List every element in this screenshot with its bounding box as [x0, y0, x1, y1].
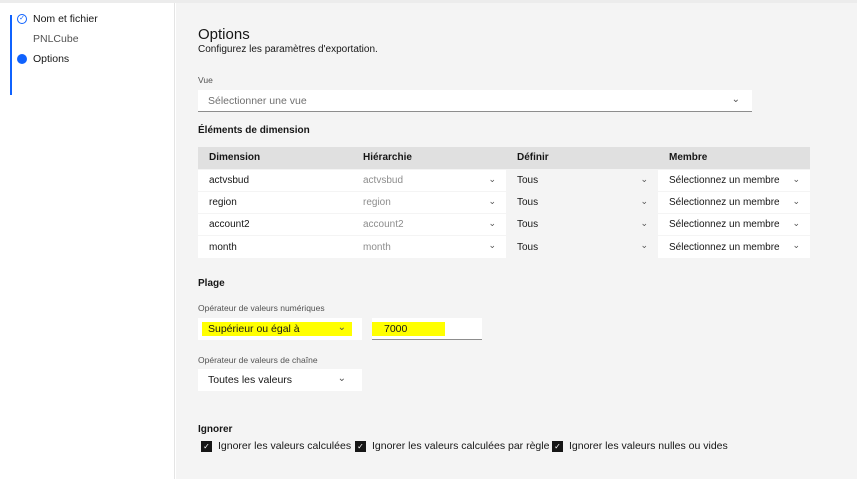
set-value: Tous: [517, 196, 539, 208]
dimension-cell: month: [198, 235, 352, 259]
col-member: Membre: [658, 147, 810, 169]
set-select[interactable]: Tous ⌄: [506, 190, 658, 214]
dimension-name: month: [209, 241, 237, 253]
hierarchy-select[interactable]: region ⌄: [352, 190, 506, 214]
set-value: Tous: [517, 174, 539, 186]
member-value: Sélectionnez un membre: [669, 196, 780, 208]
plage-title: Plage: [198, 278, 225, 289]
member-select[interactable]: Sélectionnez un membre ⌄: [658, 190, 810, 214]
chevron-down-icon: ⌄: [488, 195, 496, 206]
col-dimension: Dimension: [198, 147, 352, 169]
member-value: Sélectionnez un membre: [669, 219, 780, 231]
set-select[interactable]: Tous ⌄: [506, 168, 658, 192]
set-value: Tous: [517, 241, 539, 253]
table-row: account2 account2 ⌄ Tous ⌄ Sélectionnez un…: [198, 213, 810, 236]
member-value: Sélectionnez un membre: [669, 241, 780, 253]
chevron-down-icon: ⌄: [640, 218, 648, 229]
current-step-icon: [17, 54, 27, 64]
string-operator-label: Opérateur de valeurs de chaîne: [198, 355, 318, 365]
hierarchy-value: actvsbud: [363, 174, 404, 186]
vue-placeholder: Sélectionner une vue: [208, 95, 307, 107]
table-row: region region ⌄ Tous ⌄ Sélectionnez un mem…: [198, 190, 810, 214]
chevron-down-icon: ⌄: [792, 240, 800, 251]
checkbox-checked-icon: ✓: [355, 440, 366, 452]
chevron-down-icon: ⌄: [640, 195, 648, 206]
col-set: Définir: [506, 147, 658, 169]
hierarchy-value: month: [363, 241, 391, 253]
step-options[interactable]: Options: [33, 53, 69, 65]
vue-label: Vue: [198, 75, 213, 85]
ignorer-title: Ignorer: [198, 424, 233, 435]
hierarchy-value: account2: [363, 219, 404, 231]
chevron-down-icon: ⌄: [640, 240, 648, 251]
string-operator-select[interactable]: Toutes les valeurs ⌄: [198, 369, 362, 391]
set-select[interactable]: Tous ⌄: [506, 235, 658, 259]
set-value: Tous: [517, 219, 539, 231]
dimension-name: region: [209, 196, 237, 208]
dimension-name: account2: [209, 219, 250, 231]
dimensions-title: Éléments de dimension: [198, 125, 310, 136]
table-row: month month ⌄ Tous ⌄ Sélectionnez un membr…: [198, 235, 810, 259]
checkbox-ignore-rule-calculated[interactable]: ✓ Ignorer les valeurs calculées par règle: [355, 440, 549, 452]
checkbox-ignore-calculated[interactable]: ✓ Ignorer les valeurs calculées: [201, 440, 351, 452]
dimension-cell: account2: [198, 213, 352, 236]
set-select[interactable]: Tous ⌄: [506, 213, 658, 236]
col-hierarchy: Hiérarchie: [352, 147, 506, 169]
checkbox-label: Ignorer les valeurs calculées: [218, 440, 352, 452]
dimension-name: actvsbud: [209, 174, 250, 186]
progress-line: [10, 15, 12, 95]
chevron-down-icon: ⌄: [640, 173, 648, 184]
dimensions-table: Dimension Hiérarchie Définir Membre actv…: [198, 147, 810, 259]
chevron-down-icon: ⌄: [792, 218, 800, 229]
table-row: actvsbud actvsbud ⌄ Tous ⌄ Sélectionnez un…: [198, 168, 810, 192]
chevron-down-icon: ⌄: [731, 94, 740, 105]
numeric-value-input[interactable]: 7000: [372, 318, 482, 340]
dimension-cell: actvsbud: [198, 168, 352, 192]
chevron-down-icon: ⌄: [792, 173, 800, 184]
numeric-operator-label: Opérateur de valeurs numériques: [198, 303, 325, 313]
vue-select[interactable]: Sélectionner une vue ⌄: [198, 90, 752, 112]
member-select[interactable]: Sélectionnez un membre ⌄: [658, 213, 810, 236]
checkbox-checked-icon: ✓: [552, 440, 563, 452]
page-subtitle: Configurez les paramètres d'exportation.: [198, 44, 378, 55]
string-operator-value: Toutes les valeurs: [208, 374, 293, 386]
hierarchy-select[interactable]: actvsbud ⌄: [352, 168, 506, 192]
hierarchy-value: region: [363, 196, 391, 208]
chevron-down-icon: ⌄: [792, 195, 800, 206]
main-panel: Options Configurez les paramètres d'expo…: [176, 3, 857, 479]
page-title: Options: [198, 26, 250, 43]
chevron-down-icon: ⌄: [488, 173, 496, 184]
member-select[interactable]: Sélectionnez un membre ⌄: [658, 235, 810, 259]
checkbox-label: Ignorer les valeurs nulles ou vides: [569, 440, 728, 452]
hierarchy-select[interactable]: month ⌄: [352, 235, 506, 259]
step-pnlcube[interactable]: PNLCube: [33, 33, 79, 45]
hierarchy-select[interactable]: account2 ⌄: [352, 213, 506, 236]
checkbox-ignore-null[interactable]: ✓ Ignorer les valeurs nulles ou vides: [552, 440, 728, 452]
checkbox-label: Ignorer les valeurs calculées par règle: [372, 440, 550, 452]
progress-sidebar: ✓ Nom et fichier PNLCube Options: [0, 3, 175, 479]
dimension-cell: region: [198, 190, 352, 214]
numeric-operator-value: Supérieur ou égal à: [202, 322, 352, 336]
chevron-down-icon: ⌄: [488, 240, 496, 251]
numeric-value-text: 7000: [372, 322, 445, 336]
chevron-down-icon: ⌄: [337, 322, 346, 333]
numeric-operator-select[interactable]: Supérieur ou égal à ⌄: [198, 318, 362, 340]
step-nom-et-fichier[interactable]: Nom et fichier: [33, 13, 98, 25]
checkmark-circle-icon: ✓: [17, 14, 27, 24]
member-select[interactable]: Sélectionnez un membre ⌄: [658, 168, 810, 192]
chevron-down-icon: ⌄: [337, 373, 346, 384]
checkbox-checked-icon: ✓: [201, 440, 212, 452]
member-value: Sélectionnez un membre: [669, 174, 780, 186]
chevron-down-icon: ⌄: [488, 218, 496, 229]
